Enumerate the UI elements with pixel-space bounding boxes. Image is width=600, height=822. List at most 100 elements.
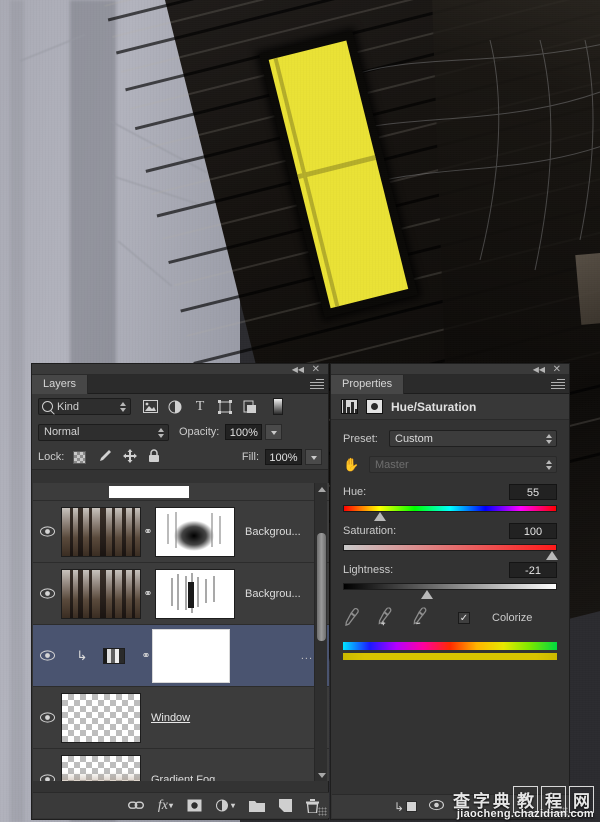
layer-style-fx-icon[interactable]: fx ▾ [158, 798, 173, 814]
layer-name[interactable]: Gradient Fog [151, 774, 215, 782]
table-row[interactable] [33, 483, 329, 501]
spectrum-bar-source [343, 642, 557, 650]
layer-name[interactable]: Backgrou... [245, 588, 301, 600]
mask-link-icon[interactable]: ⚭ [141, 587, 155, 600]
adjustment-layer-thumbnail[interactable] [103, 647, 125, 664]
layer-thumbnail[interactable] [61, 754, 141, 781]
scrollbar-thumb[interactable] [317, 533, 326, 641]
collapse-icon[interactable]: ◀◀ [292, 365, 304, 374]
close-icon[interactable]: ✕ [553, 365, 561, 375]
lock-all-icon[interactable] [148, 448, 160, 466]
table-row[interactable]: ⚭ Backgrou... [33, 563, 329, 625]
colorize-checkbox[interactable]: ✓ [458, 612, 470, 624]
layer-thumbnail[interactable] [61, 506, 141, 557]
layer-list[interactable]: ⚭ Backgrou... ⚭ Backgrou... ↳ ⚭ ... Wind… [33, 483, 329, 781]
panel-menu-icon[interactable] [551, 379, 565, 390]
mask-link-icon[interactable]: ⚭ [139, 649, 153, 662]
layer-name[interactable]: Backgrou... [245, 526, 301, 538]
opacity-label: Opacity: [179, 426, 220, 438]
panel-resize-grip[interactable] [318, 807, 327, 816]
layer-mask-thumbnail[interactable] [155, 506, 235, 557]
eyedropper-icon[interactable] [342, 607, 362, 629]
clipping-mask-arrow-icon: ↳ [76, 647, 88, 663]
layer-thumbnail[interactable] [61, 692, 141, 743]
layer-visibility-toggle[interactable] [33, 588, 61, 599]
preset-select[interactable]: Custom [389, 430, 557, 447]
color-bars [343, 642, 557, 660]
layer-list-scrollbar[interactable] [314, 483, 327, 781]
shape-filter-icon[interactable] [217, 399, 233, 415]
saturation-input[interactable]: 100 [509, 523, 557, 539]
smartobject-filter-icon[interactable] [242, 399, 258, 415]
eyedropper-subtract-icon[interactable] [410, 607, 432, 629]
collapse-icon[interactable]: ◀◀ [533, 365, 545, 374]
layer-thumbnail[interactable] [61, 568, 141, 619]
close-icon[interactable]: ✕ [312, 365, 320, 375]
table-row[interactable]: Window [33, 687, 329, 749]
blend-mode-row: Normal Opacity: 100% [32, 419, 328, 445]
layers-panel-titlebar: ◀◀ ✕ [32, 364, 328, 375]
table-row[interactable]: ↳ ⚭ ... [33, 625, 329, 687]
saturation-slider-knob[interactable] [545, 551, 558, 560]
eyedropper-row: ✓ Colorize [342, 607, 557, 629]
lightness-input[interactable]: -21 [509, 562, 557, 578]
layer-visibility-toggle[interactable] [33, 774, 61, 781]
adjustment-filter-icon[interactable] [167, 399, 183, 415]
type-filter-icon[interactable]: T [192, 399, 208, 415]
lock-label: Lock: [38, 451, 65, 463]
tab-layers[interactable]: Layers [32, 375, 89, 394]
tab-properties[interactable]: Properties [331, 375, 405, 394]
properties-tabstrip: Properties [331, 375, 569, 394]
scroll-up-arrow[interactable] [315, 483, 328, 495]
adjustment-mask-thumbnail[interactable] [152, 628, 230, 683]
table-row[interactable]: ⚭ Backgrou... [33, 501, 329, 563]
layer-visibility-toggle[interactable] [33, 712, 61, 723]
page-title: Hue/Saturation [391, 399, 477, 414]
panel-menu-icon[interactable] [310, 379, 324, 390]
lock-position-icon[interactable] [123, 448, 138, 466]
layers-panel-footer: fx ▾ ▾ [33, 792, 329, 818]
opacity-input[interactable]: 100% [225, 424, 263, 440]
layer-visibility-toggle[interactable] [33, 650, 61, 661]
layer-mask-thumbnail[interactable] [155, 568, 235, 619]
saturation-row: Saturation: 100 [343, 523, 557, 539]
new-layer-icon[interactable] [279, 799, 292, 812]
hue-slider[interactable] [343, 505, 557, 521]
properties-header: Hue/Saturation [331, 394, 569, 420]
eyedropper-add-icon[interactable] [375, 607, 397, 629]
saturation-slider[interactable] [343, 544, 558, 560]
preset-label: Preset: [343, 432, 378, 445]
lightness-slider[interactable] [343, 583, 557, 599]
layers-panel: ◀◀ ✕ Layers Kind T Normal Opacity: 100% … [31, 363, 329, 820]
new-group-icon[interactable] [249, 800, 265, 812]
channel-select[interactable]: Master [369, 456, 557, 473]
channel-value: Master [375, 458, 409, 471]
chevron-updown-icon [158, 427, 165, 439]
lock-image-icon[interactable] [97, 449, 112, 466]
opacity-stepper[interactable] [265, 424, 283, 440]
on-image-adjust-icon[interactable]: ✋ [343, 457, 363, 473]
filter-kind-select[interactable]: Kind [38, 398, 131, 415]
layer-visibility-toggle[interactable] [33, 526, 61, 537]
new-adjustment-icon[interactable]: ▾ [215, 799, 235, 812]
lock-transparency-icon[interactable] [73, 450, 87, 464]
lightness-slider-knob[interactable] [420, 590, 433, 599]
mask-link-icon[interactable]: ⚭ [141, 525, 155, 538]
fill-input[interactable]: 100% [265, 449, 302, 465]
blend-mode-select[interactable]: Normal [38, 423, 169, 441]
hue-slider-knob[interactable] [374, 512, 387, 521]
preset-row: Preset: Custom [343, 430, 557, 447]
chevron-updown-icon [120, 402, 127, 413]
fill-stepper[interactable] [305, 449, 322, 465]
scroll-down-arrow[interactable] [315, 769, 328, 781]
image-filter-icon[interactable] [142, 399, 158, 415]
link-layers-icon[interactable] [127, 800, 144, 811]
table-row[interactable]: Gradient Fog [33, 749, 329, 781]
add-mask-icon[interactable] [187, 799, 202, 812]
hue-input[interactable]: 55 [509, 484, 557, 500]
filter-toggle-icon[interactable] [273, 398, 283, 415]
spectrum-bar-result [343, 653, 557, 660]
layer-mask-icon[interactable] [366, 399, 383, 414]
layer-name[interactable]: Window [151, 712, 190, 724]
filter-kind-label: Kind [57, 400, 80, 413]
